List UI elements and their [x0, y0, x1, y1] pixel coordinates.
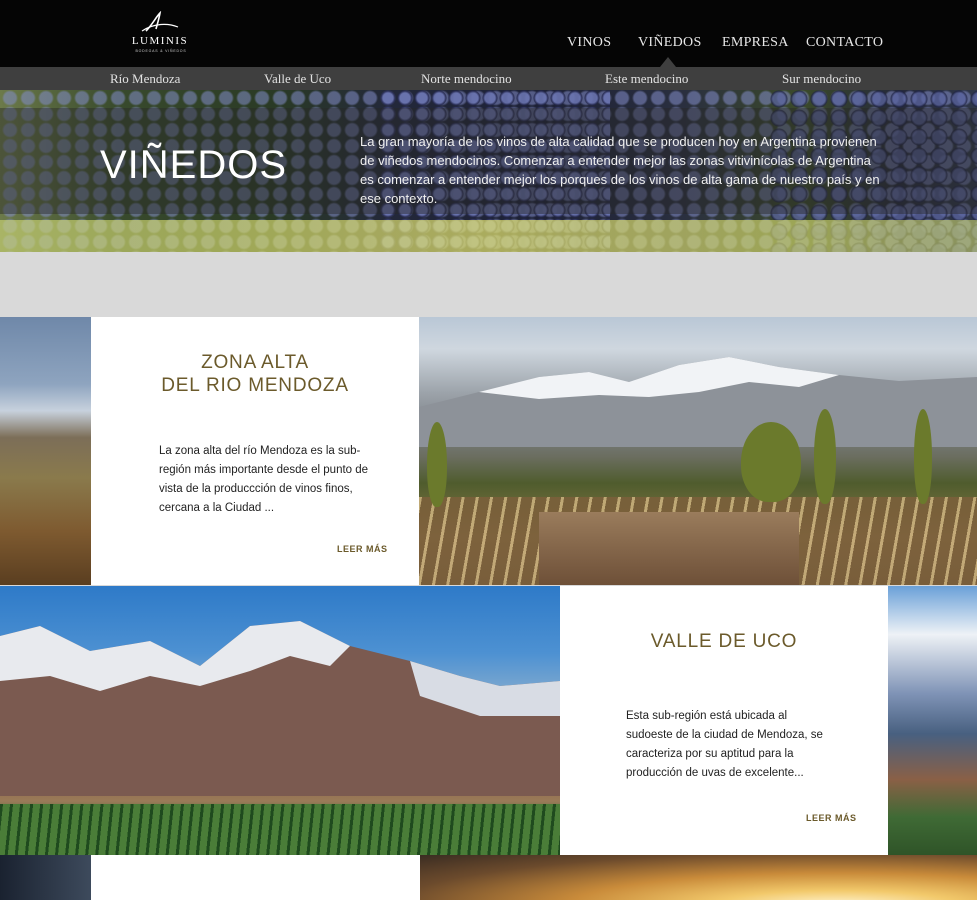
region-description: La zona alta del río Mendoza es la sub-r…	[159, 445, 369, 514]
valle-de-uco-image[interactable]	[0, 586, 560, 855]
region-title: VALLE DE UCO	[650, 631, 798, 652]
region-image-left	[0, 855, 91, 900]
nav-vinedos[interactable]: VIÑEDOS	[638, 35, 702, 51]
poplar-tree	[814, 409, 836, 504]
hero-intro-text: La gran mayoría de los vinos de alta cal…	[360, 134, 880, 206]
region-description: Esta sub-región está ubicada al sudoeste…	[626, 710, 823, 779]
subnav-norte-mendocino[interactable]: Norte mendocino	[421, 71, 512, 87]
mendoza-vineyard-image[interactable]	[419, 317, 977, 585]
read-more-link[interactable]: LEER MÁS	[337, 544, 388, 554]
snow-mountain-shape	[419, 357, 977, 447]
subnav-sur-mendocino[interactable]: Sur mendocino	[782, 71, 861, 87]
read-more-link[interactable]: LEER MÁS	[806, 813, 857, 823]
region-card	[91, 855, 420, 900]
active-nav-indicator	[660, 57, 676, 67]
nav-contacto[interactable]: CONTACTO	[806, 35, 883, 51]
nav-empresa[interactable]: EMPRESA	[722, 35, 789, 51]
nav-vinos[interactable]: VINOS	[567, 35, 611, 51]
dirt-road	[539, 512, 799, 585]
sunset-image[interactable]	[420, 855, 977, 900]
logo-tagline: BODEGAS & VIÑEDOS	[135, 49, 187, 53]
vineyard-rows	[0, 804, 560, 855]
poplar-tree	[914, 409, 932, 504]
region-title-line1: ZONA ALTA	[201, 352, 309, 373]
page-title: VIÑEDOS	[100, 143, 288, 187]
poplar-tree	[427, 422, 447, 507]
poplar-tree	[741, 422, 801, 502]
subnav-este-mendocino[interactable]: Este mendocino	[605, 71, 688, 87]
valle-de-uco-image-right	[888, 586, 977, 855]
subnav-valle-de-uco[interactable]: Valle de Uco	[264, 71, 331, 87]
andes-mountains-shape	[0, 621, 560, 796]
mendoza-vineyard-image-left	[0, 317, 91, 585]
logo-wordmark[interactable]: LUMINIS	[129, 35, 191, 47]
subnav-rio-mendoza[interactable]: Río Mendoza	[110, 71, 180, 87]
logo-swoosh-icon[interactable]	[140, 11, 180, 33]
hero-light-strip	[0, 220, 977, 252]
region-title-line2: DEL RIO MENDOZA	[161, 375, 349, 396]
